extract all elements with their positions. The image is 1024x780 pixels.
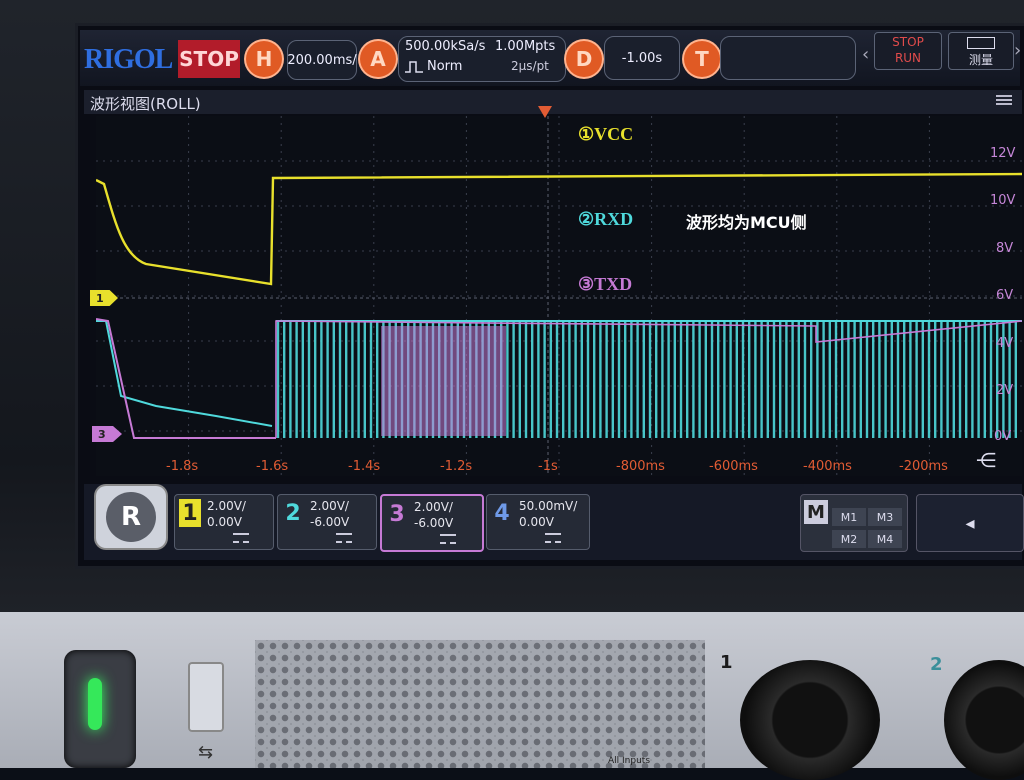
dc-coupling-icon <box>336 533 352 543</box>
rigol-home-icon[interactable]: R <box>106 492 156 542</box>
inputs-label: All Inputs <box>608 756 651 766</box>
channel-2-panel[interactable]: 2 2.00V/ -6.00V <box>277 494 377 550</box>
channel-2-scale: 2.00V/ <box>310 499 349 513</box>
txd-burst-block <box>381 326 506 436</box>
window-title: 波形视图(ROLL) <box>90 95 201 113</box>
memory-depth: 1.00Mpts <box>495 39 556 54</box>
dc-coupling-icon <box>233 533 249 543</box>
time-per-point: 2μs/pt <box>511 59 549 73</box>
channel-3-number: 3 <box>389 501 405 527</box>
v-tick-8: 8V <box>996 241 1014 256</box>
math-m1-button[interactable]: M1 <box>832 508 866 526</box>
channel-1-panel[interactable]: 1 2.00V/ 0.00V <box>174 494 274 550</box>
expand-menu-icon[interactable]: ⋲ <box>976 448 996 472</box>
usb-icon: ⇆ <box>198 742 214 763</box>
time-tick-2: -1.6s <box>256 459 289 474</box>
vcc-annotation: ①VCC <box>578 124 634 144</box>
acquire-panel[interactable]: 500.00kSa/s 1.00Mpts Norm 2μs/pt <box>398 36 566 82</box>
math-button[interactable]: M <box>804 500 828 524</box>
rxd-waveform <box>96 320 1022 438</box>
bnc-connector-1 <box>740 660 880 780</box>
trigger-mode: Norm <box>427 59 463 74</box>
time-tick-5: -1s <box>538 459 558 474</box>
v-tick-0: 0V <box>994 429 1012 444</box>
channel-3-scale: 2.00V/ <box>414 500 453 514</box>
measure-button[interactable]: 测量 <box>948 32 1014 70</box>
channel-4-offset: 0.00V <box>519 515 554 529</box>
time-tick-9: -200ms <box>899 459 948 474</box>
run-state-indicator[interactable]: STOP <box>178 40 240 78</box>
waveform-plot <box>96 116 1022 476</box>
speaker-grille <box>255 640 705 768</box>
stop-label: STOP <box>892 35 924 49</box>
txd-annotation: ③TXD <box>578 274 633 294</box>
chevron-left-icon[interactable]: ‹ <box>862 44 869 65</box>
v-tick-6: 6V <box>996 288 1014 303</box>
ruler-icon <box>967 37 995 49</box>
time-tick-1: -1.8s <box>166 459 199 474</box>
time-tick-7: -600ms <box>709 459 758 474</box>
usb-port <box>188 662 224 732</box>
delay-badge[interactable]: D <box>566 41 602 77</box>
bnc-2-label: 2 <box>930 654 943 675</box>
txd-low <box>96 318 276 439</box>
sample-rate: 500.00kSa/s <box>405 39 486 54</box>
channel-2-offset: -6.00V <box>310 515 350 529</box>
channel-4-panel[interactable]: 4 50.00mV/ 0.00V <box>486 494 590 550</box>
channel-1-scale: 2.00V/ <box>207 499 246 513</box>
bnc-1-label: 1 <box>720 652 733 673</box>
time-tick-8: -400ms <box>803 459 852 474</box>
channel-2-number: 2 <box>285 500 301 526</box>
v-tick-12: 12V <box>990 146 1016 161</box>
grid-lines <box>96 116 1022 476</box>
trigger-panel[interactable] <box>720 36 856 80</box>
channel-1-offset: 0.00V <box>207 515 242 529</box>
rxd-annotation: ②RXD <box>578 209 634 229</box>
time-tick-6: -800ms <box>616 459 665 474</box>
run-label: RUN <box>894 51 922 65</box>
math-m2-button[interactable]: M2 <box>832 530 866 548</box>
channel-3-offset: -6.00V <box>414 516 454 530</box>
math-m4-button[interactable]: M4 <box>868 530 902 548</box>
trigger-edge-icon <box>405 61 423 73</box>
measure-label: 测量 <box>968 53 993 67</box>
horizontal-badge[interactable]: H <box>246 41 282 77</box>
stop-run-button[interactable]: STOP RUN <box>874 32 942 70</box>
v-tick-2: 2V <box>996 383 1014 398</box>
math-m3-button[interactable]: M3 <box>868 508 902 526</box>
channel-3-panel[interactable]: 3 2.00V/ -6.00V <box>380 494 484 552</box>
v-tick-10: 10V <box>990 193 1016 208</box>
waveform-window-header: 波形视图(ROLL) <box>84 90 1022 114</box>
delay-value[interactable]: -1.00s <box>604 36 680 80</box>
horizontal-scale[interactable]: 200.00ms/ <box>287 40 357 80</box>
chevron-right-icon[interactable]: › <box>1014 40 1021 61</box>
brand-logo: RIGOL <box>84 44 173 75</box>
trigger-badge[interactable]: T <box>684 41 720 77</box>
channel-4-number: 4 <box>494 500 510 526</box>
dc-coupling-icon <box>545 533 561 543</box>
dc-coupling-icon <box>440 534 456 544</box>
power-led-icon <box>88 678 102 730</box>
note-annotation: 波形均为MCU侧 <box>686 213 807 232</box>
channel-1-number: 1 <box>179 499 201 527</box>
channel-4-scale: 50.00mV/ <box>519 499 578 513</box>
v-tick-4: 4V <box>996 336 1014 351</box>
acquire-badge[interactable]: A <box>360 41 396 77</box>
rxd-decay <box>96 320 273 427</box>
menu-icon[interactable] <box>996 93 1012 107</box>
time-tick-4: -1.2s <box>440 459 473 474</box>
time-tick-3: -1.4s <box>348 459 381 474</box>
speaker-icon[interactable]: ◂ <box>916 494 1024 552</box>
